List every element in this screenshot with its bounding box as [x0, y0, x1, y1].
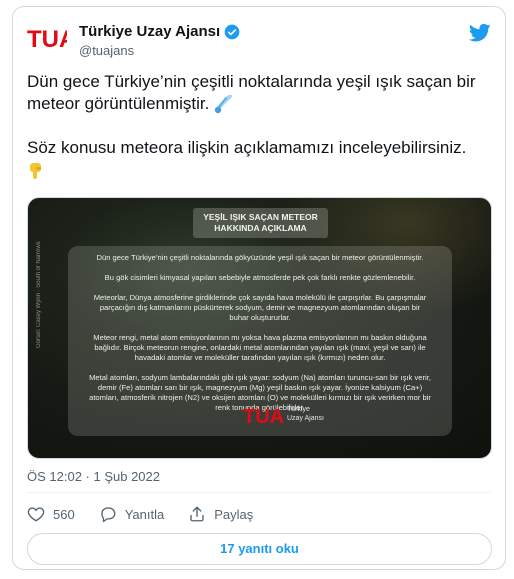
media-paragraph: parçacığın dış katmanlarını püskürterek … [99, 303, 421, 312]
tweet-line: Söz konusu meteora ilişkin açıklamamızı … [27, 138, 467, 157]
like-count: 560 [53, 506, 75, 522]
like-button[interactable]: 560 [27, 505, 75, 523]
author-handle[interactable]: @tuajans [79, 43, 134, 58]
share-icon [190, 506, 204, 522]
image-credit: Görsel: Casey Wynn · South of Narrows [36, 241, 42, 348]
comet-emoji-icon [214, 94, 233, 113]
tweet-line: meteor görüntülenmiştir. [27, 93, 497, 115]
media-paragraph: Metal atomları, sodyum lambalarındaki gi… [89, 373, 431, 382]
media-logo-text: Türkiye Uzay Ajansı [287, 405, 324, 423]
media-paragraph: Dün gece Türkiye’nin çeşitli noktalarınd… [96, 253, 424, 262]
tweet-text: Dün gece Türkiye’nin çeşitli noktalarınd… [27, 71, 497, 181]
tua-logo-icon: TUA [243, 406, 284, 427]
media-title-line: YEŞİL IŞIK SAÇAN METEOR [203, 212, 318, 222]
media-tua-logo: TUA Türkiye Uzay Ajansı [243, 403, 343, 429]
share-label: Paylaş [214, 506, 254, 522]
share-button[interactable]: Paylaş [188, 505, 253, 523]
author-name-text[interactable]: Türkiye Uzay Ajansı [79, 23, 220, 40]
author-name[interactable]: Türkiye Uzay Ajansı [79, 23, 240, 40]
tweet-card: TUA Türkiye Uzay Ajansı @tuajans Dün gec… [12, 6, 506, 570]
tweet-timestamp[interactable]: ÖS 12:02 · 1 Şub 2022 [27, 469, 160, 484]
media-paragraph: havadaki atomlar ve moleküller tarafında… [134, 353, 386, 362]
reply-label: Yanıtla [124, 506, 165, 522]
read-replies-button[interactable]: 17 yanıtı oku [27, 533, 492, 565]
tweet-line: Dün gece Türkiye’nin çeşitli noktalarınd… [27, 72, 476, 91]
verified-badge-icon [224, 24, 240, 39]
media-paragraph: Meteor rengi, metal atom emisyonlarının … [93, 333, 427, 342]
tweet-media-image[interactable]: Görsel: Casey Wynn · South of Narrows YE… [27, 197, 492, 459]
media-paragraph: Meteorlar, Dünya atmosferine girdiklerin… [93, 293, 427, 302]
media-title-line: HAKKINDA AÇIKLAMA [214, 223, 307, 233]
media-paragraph: buhar oluştururlar. [229, 313, 291, 322]
svg-text:TUA: TUA [27, 26, 67, 53]
reply-icon [101, 507, 116, 523]
tweet-line [27, 159, 497, 181]
tweet-header: TUA Türkiye Uzay Ajansı @tuajans [27, 21, 491, 58]
media-paragraph: Bu gök cisimleri kimyasal yapıları sebeb… [104, 273, 416, 282]
media-title: YEŞİL IŞIK SAÇAN METEOR HAKKINDA AÇIKLAM… [193, 208, 328, 238]
media-logo-line: Uzay Ajansı [287, 415, 324, 422]
tweet-actions: 560 Yanıtla Paylaş [27, 503, 277, 525]
heart-icon [27, 507, 45, 522]
media-paragraph: atomları, atmosferik nitrojen (N2) ve ok… [89, 393, 431, 402]
twitter-bird-icon[interactable] [469, 23, 491, 43]
pointing-down-emoji-icon [30, 162, 41, 179]
tweet-line-text: meteor görüntülenmiştir. [27, 94, 210, 113]
reply-button[interactable]: Yanıtla [99, 505, 165, 523]
media-paragraph: demir (Fe) atomları sarı bir ışık, magne… [97, 383, 423, 392]
tua-logo-icon[interactable]: TUA [27, 23, 67, 53]
svg-text:TUA: TUA [243, 406, 284, 427]
media-paragraph: bağlıdır. Birçok meteorun rengine, onlar… [94, 343, 426, 352]
divider [27, 492, 491, 493]
media-logo-line: Türkiye [287, 406, 310, 413]
